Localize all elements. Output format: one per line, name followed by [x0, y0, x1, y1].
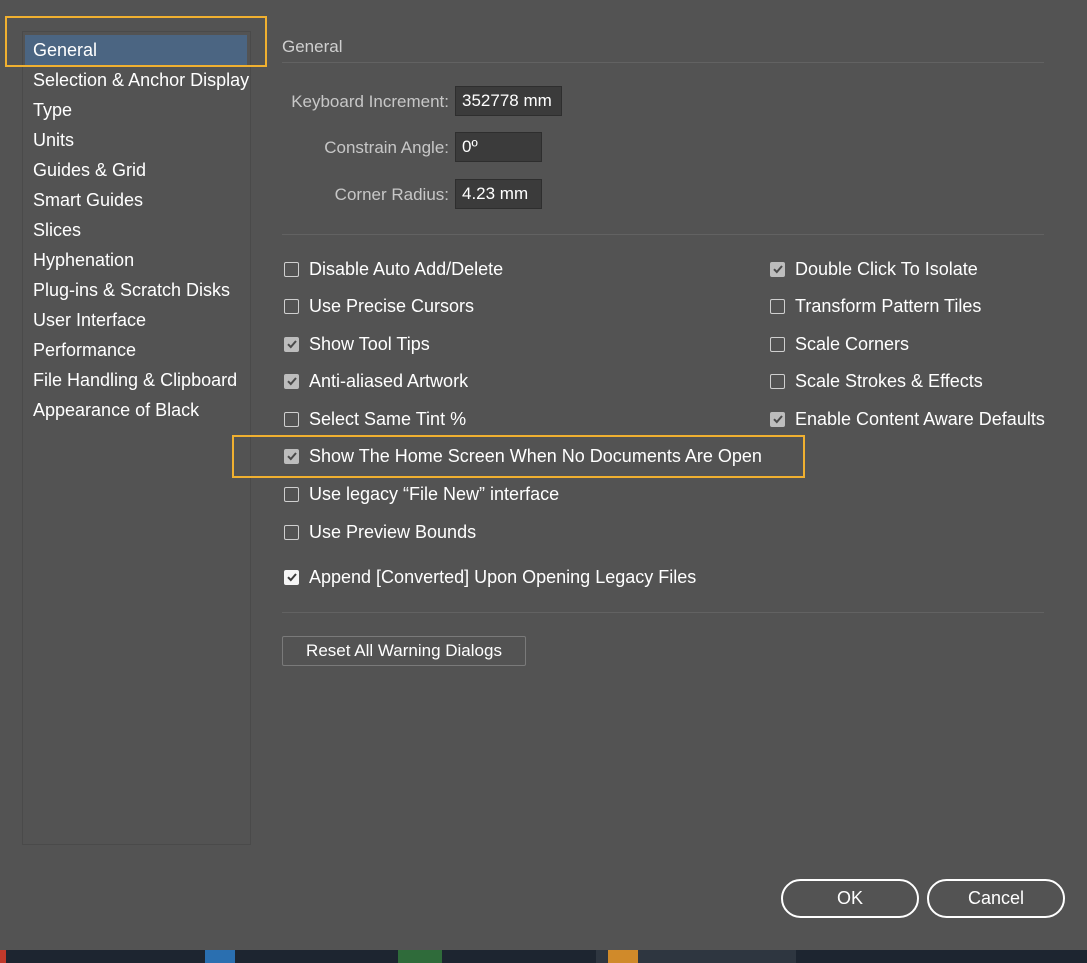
checkbox-box[interactable]	[284, 486, 299, 502]
transform-pattern-tiles-checkbox[interactable]: Transform Pattern Tiles	[770, 295, 981, 317]
checkbox-label: Show The Home Screen When No Documents A…	[309, 445, 762, 466]
checkbox-box[interactable]	[284, 261, 299, 277]
show-tool-tips-checkbox[interactable]: Show Tool Tips	[284, 333, 430, 355]
sidebar-item-performance[interactable]: Performance	[25, 335, 247, 365]
checkbox-box[interactable]	[284, 411, 299, 427]
use-precise-cursors-checkbox[interactable]: Use Precise Cursors	[284, 295, 474, 317]
taskbar-icon[interactable]	[0, 950, 6, 963]
checkbox-label: Transform Pattern Tiles	[795, 295, 982, 316]
checkbox-box[interactable]	[770, 411, 785, 427]
corner-radius-input[interactable]: 4.23 mm	[455, 179, 542, 209]
divider	[282, 62, 1044, 63]
checkmark-icon	[286, 340, 297, 349]
checkbox-label: Scale Corners	[795, 333, 910, 354]
checkbox-box[interactable]	[284, 298, 299, 314]
checkbox-label: Append [Converted] Upon Opening Legacy F…	[309, 566, 697, 587]
constrain-angle-input[interactable]: 0º	[455, 132, 542, 162]
show-home-screen-checkbox[interactable]: Show The Home Screen When No Documents A…	[284, 445, 762, 467]
checkbox-label: Double Click To Isolate	[795, 258, 978, 279]
sidebar-item-general[interactable]: General	[25, 35, 247, 65]
append-converted-checkbox[interactable]: Append [Converted] Upon Opening Legacy F…	[284, 566, 696, 588]
checkbox-box[interactable]	[284, 448, 299, 464]
scale-corners-checkbox[interactable]: Scale Corners	[770, 333, 909, 355]
sidebar-item-plugins-scratch-disks[interactable]: Plug-ins & Scratch Disks	[25, 275, 247, 305]
select-same-tint-checkbox[interactable]: Select Same Tint %	[284, 408, 466, 430]
checkbox-box[interactable]	[284, 373, 299, 389]
sidebar-item-file-handling-clipboard[interactable]: File Handling & Clipboard	[25, 365, 247, 395]
sidebar-item-hyphenation[interactable]: Hyphenation	[25, 245, 247, 275]
anti-aliased-artwork-checkbox[interactable]: Anti-aliased Artwork	[284, 370, 468, 392]
checkmark-icon	[772, 415, 783, 424]
sidebar-item-guides-grid[interactable]: Guides & Grid	[25, 155, 247, 185]
taskbar-icon[interactable]	[608, 950, 638, 963]
checkbox-box[interactable]	[770, 261, 785, 277]
taskbar-icon[interactable]	[205, 950, 235, 963]
checkbox-label: Use Preview Bounds	[309, 521, 477, 542]
scale-strokes-effects-checkbox[interactable]: Scale Strokes & Effects	[770, 370, 983, 392]
taskbar-icon[interactable]	[398, 950, 442, 963]
cancel-button[interactable]: Cancel	[927, 879, 1065, 918]
checkmark-icon	[772, 265, 783, 274]
taskbar	[0, 950, 1087, 963]
checkbox-box[interactable]	[770, 336, 785, 352]
disable-auto-add-delete-checkbox[interactable]: Disable Auto Add/Delete	[284, 258, 503, 280]
enable-content-aware-defaults-checkbox[interactable]: Enable Content Aware Defaults	[770, 408, 1045, 430]
checkmark-icon	[286, 573, 297, 582]
sidebar-item-selection-anchor-display[interactable]: Selection & Anchor Display	[25, 65, 249, 95]
checkbox-box[interactable]	[284, 336, 299, 352]
use-preview-bounds-checkbox[interactable]: Use Preview Bounds	[284, 521, 476, 543]
checkbox-box[interactable]	[284, 569, 299, 585]
corner-radius-label: Corner Radius:	[334, 185, 449, 204]
use-legacy-file-new-checkbox[interactable]: Use legacy “File New” interface	[284, 483, 559, 505]
checkbox-box[interactable]	[284, 524, 299, 540]
checkbox-label: Use Precise Cursors	[309, 295, 475, 316]
checkbox-label: Enable Content Aware Defaults	[795, 408, 1045, 429]
checkbox-box[interactable]	[770, 298, 785, 314]
sidebar-item-type[interactable]: Type	[25, 95, 247, 125]
checkbox-label: Anti-aliased Artwork	[309, 370, 469, 391]
checkbox-box[interactable]	[770, 373, 785, 389]
checkmark-icon	[286, 452, 297, 461]
constrain-angle-label: Constrain Angle:	[324, 138, 449, 157]
reset-all-warning-dialogs-button[interactable]: Reset All Warning Dialogs	[282, 636, 526, 666]
checkbox-label: Scale Strokes & Effects	[795, 370, 983, 391]
sidebar-item-slices[interactable]: Slices	[25, 215, 247, 245]
sidebar-item-smart-guides[interactable]: Smart Guides	[25, 185, 247, 215]
section-title: General	[282, 37, 343, 56]
divider	[282, 612, 1044, 613]
checkbox-label: Use legacy “File New” interface	[309, 483, 560, 504]
double-click-to-isolate-checkbox[interactable]: Double Click To Isolate	[770, 258, 978, 280]
keyboard-increment-label: Keyboard Increment:	[291, 92, 449, 111]
checkbox-label: Show Tool Tips	[309, 333, 430, 354]
sidebar-item-appearance-of-black[interactable]: Appearance of Black	[25, 395, 247, 425]
checkbox-label: Disable Auto Add/Delete	[309, 258, 504, 279]
sidebar-item-units[interactable]: Units	[25, 125, 247, 155]
keyboard-increment-input[interactable]: 352778 mm	[455, 86, 562, 116]
checkbox-label: Select Same Tint %	[309, 408, 467, 429]
ok-button[interactable]: OK	[781, 879, 919, 918]
sidebar-item-user-interface[interactable]: User Interface	[25, 305, 247, 335]
divider	[282, 234, 1044, 235]
checkmark-icon	[286, 377, 297, 386]
